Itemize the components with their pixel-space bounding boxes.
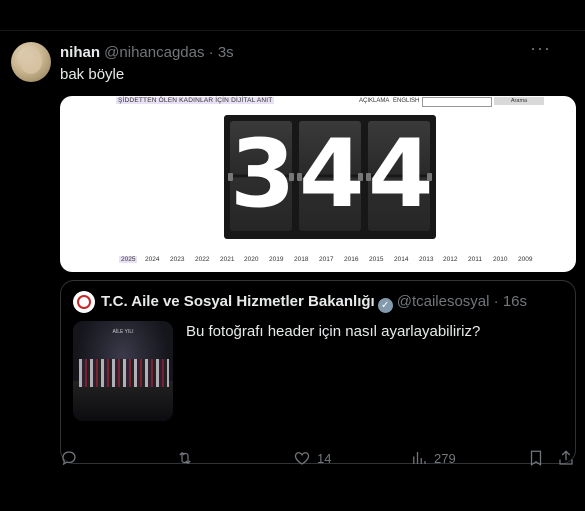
year-item: 2013	[419, 256, 434, 263]
year-item: 2012	[443, 256, 458, 263]
author-name[interactable]: nihan	[60, 44, 100, 61]
counter-tile: 3	[228, 120, 296, 231]
quoted-author-handle[interactable]: @tcailesosyal	[397, 293, 490, 310]
thumb-caption: AİLE YILI	[112, 329, 134, 335]
tweet-time[interactable]: 3s	[218, 44, 234, 61]
quoted-author-name[interactable]: T.C. Aile ve Sosyal Hizmetler Bakanlığı	[101, 293, 375, 310]
year-item: 2009	[518, 256, 533, 263]
top-bar	[0, 0, 585, 31]
year-item: 2014	[394, 256, 409, 263]
separator-dot: ·	[208, 44, 214, 61]
year-list: 2025 2024 2023 2022 2021 2020 2019 2018 …	[115, 256, 555, 268]
quoted-tweet-photo[interactable]: AİLE YILI	[73, 321, 173, 421]
counter-digit: 3	[230, 120, 296, 229]
counter-tile: 4	[297, 120, 365, 231]
year-item: 2018	[294, 256, 309, 263]
heart-icon	[294, 452, 310, 465]
verified-badge-icon: ✓	[377, 298, 393, 313]
year-item: 2015	[369, 256, 384, 263]
tweet-media-image[interactable]: ŞİDDETTEN ÖLEN KADINLAR İÇİN DİJİTAL ANI…	[60, 96, 576, 272]
like-button[interactable]: 14	[293, 448, 331, 468]
year-item: 2020	[244, 256, 259, 263]
ministry-logo-icon[interactable]	[73, 291, 95, 313]
views-chart-icon	[413, 452, 426, 464]
site-search-box	[422, 97, 492, 107]
bookmark-icon	[530, 450, 542, 466]
like-count: 14	[317, 450, 332, 466]
views-count: 279	[434, 450, 456, 466]
more-horizontal-icon[interactable]: ···	[530, 38, 551, 59]
year-item: 2019	[269, 256, 284, 263]
counter-digit: 4	[299, 120, 365, 229]
quoted-tweet-header: T.C. Aile ve Sosyal Hizmetler Bakanlığı ✓…	[101, 293, 527, 313]
separator-dot: ·	[493, 293, 499, 310]
year-item: 2017	[319, 256, 334, 263]
english-link: ENGLISH	[393, 98, 420, 104]
avatar[interactable]	[11, 42, 51, 82]
quoted-tweet[interactable]: T.C. Aile ve Sosyal Hizmetler Bakanlığı ✓…	[60, 280, 576, 464]
reply-button[interactable]	[60, 448, 78, 468]
tweet[interactable]: nihan @nihancagdas · 3s ··· bak böyle Şİ…	[0, 32, 585, 511]
counter-tile: 4	[366, 120, 434, 231]
retweet-icon	[179, 451, 191, 465]
site-search-button: Arama	[494, 97, 544, 105]
quoted-tweet-text: Bu fotoğrafı header için nasıl ayarlayab…	[186, 323, 481, 340]
site-title: ŞİDDETTEN ÖLEN KADINLAR İÇİN DİJİTAL ANI…	[116, 97, 275, 104]
year-item: 2024	[145, 256, 160, 263]
year-item: 2025	[119, 256, 138, 263]
views-button[interactable]: 279	[410, 448, 456, 468]
tweet-header: nihan @nihancagdas · 3s	[60, 44, 234, 61]
bookmark-button[interactable]	[527, 448, 545, 468]
quoted-tweet-time[interactable]: 16s	[503, 293, 527, 310]
author-handle[interactable]: @nihancagdas	[104, 44, 204, 61]
year-item: 2023	[170, 256, 185, 263]
about-link: AÇIKLAMA	[359, 98, 390, 104]
retweet-button[interactable]	[176, 448, 194, 468]
year-item: 2010	[493, 256, 508, 263]
counter-digit: 4	[368, 120, 434, 229]
year-item: 2016	[344, 256, 359, 263]
flip-counter: 3 4 4	[224, 115, 436, 239]
year-item: 2011	[468, 256, 482, 263]
share-button[interactable]	[557, 448, 575, 468]
tweet-text: bak böyle	[60, 66, 125, 83]
share-icon	[559, 450, 573, 465]
action-bar: 14 279	[60, 448, 576, 468]
reply-icon	[62, 451, 76, 466]
year-item: 2022	[195, 256, 210, 263]
year-item: 2021	[220, 256, 235, 263]
